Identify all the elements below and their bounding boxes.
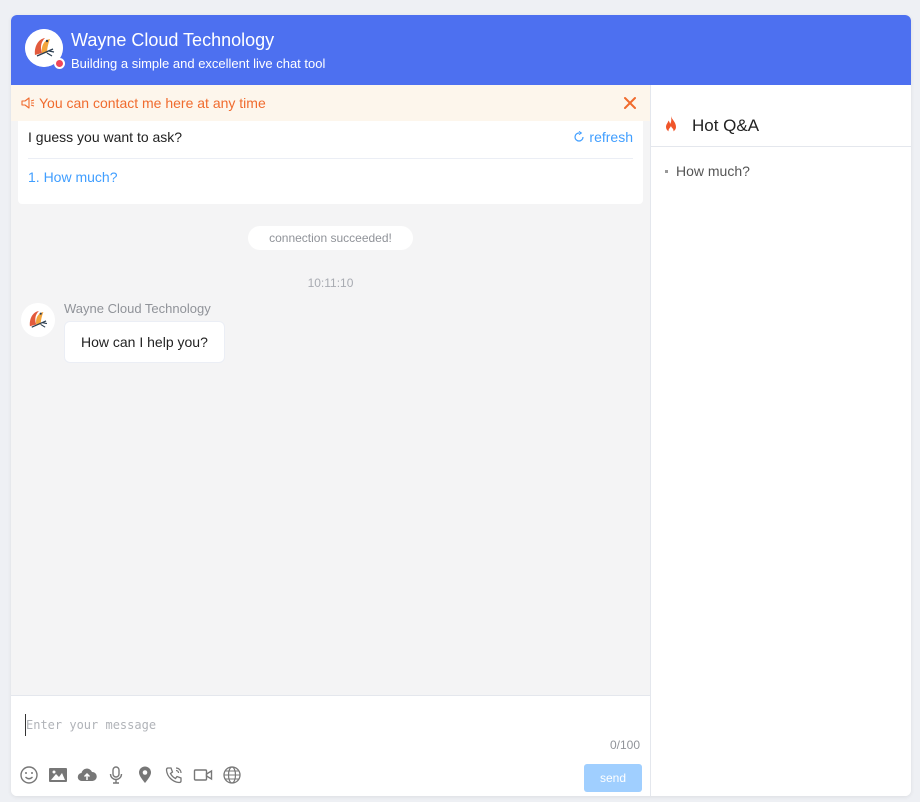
suggested-question-item[interactable]: 1. How much?	[28, 169, 117, 185]
header-subtitle: Building a simple and excellent live cha…	[71, 56, 326, 71]
globe-icon[interactable]	[221, 764, 242, 785]
chat-window: Wayne Cloud Technology Building a simple…	[11, 15, 911, 796]
hot-qa-item[interactable]: How much?	[665, 163, 750, 179]
send-button[interactable]: send	[584, 764, 642, 792]
close-icon[interactable]	[622, 95, 638, 111]
divider	[28, 158, 633, 159]
phone-icon[interactable]	[163, 764, 184, 785]
chat-header: Wayne Cloud Technology Building a simple…	[11, 15, 911, 85]
notice-bar: You can contact me here at any time	[11, 85, 650, 121]
system-message: connection succeeded!	[248, 226, 413, 250]
hot-qa-sidebar: Hot Q&A How much?	[650, 85, 911, 796]
message-timestamp: 10:11:10	[307, 276, 354, 290]
hot-qa-header: Hot Q&A	[651, 85, 911, 147]
image-icon[interactable]	[47, 764, 68, 785]
message-avatar	[21, 303, 55, 337]
composer-toolbar	[18, 764, 242, 785]
character-counter: 0/100	[609, 738, 640, 752]
chat-messages-area[interactable]: You can contact me here at any time I gu…	[11, 85, 650, 695]
online-status-dot	[54, 58, 65, 69]
suggested-questions-card: I guess you want to ask? refresh 1. How …	[18, 121, 643, 204]
bird-logo-icon	[21, 303, 55, 337]
refresh-label: refresh	[589, 129, 633, 145]
hot-qa-title: Hot Q&A	[692, 116, 760, 135]
fire-icon	[666, 116, 676, 133]
hot-qa-item-label: How much?	[676, 163, 750, 179]
notice-text: You can contact me here at any time	[39, 95, 266, 111]
speaker-icon	[21, 97, 35, 109]
location-icon[interactable]	[134, 764, 155, 785]
message-bubble: How can I help you?	[64, 321, 225, 363]
agent-avatar	[25, 29, 65, 69]
emoji-icon[interactable]	[18, 764, 39, 785]
video-icon[interactable]	[192, 764, 213, 785]
refresh-icon	[574, 131, 585, 142]
header-title: Wayne Cloud Technology	[71, 30, 275, 50]
message-composer: 0/100	[11, 695, 650, 796]
upload-icon[interactable]	[76, 764, 97, 785]
refresh-button[interactable]: refresh	[573, 129, 633, 145]
microphone-icon[interactable]	[105, 764, 126, 785]
suggested-questions-title: I guess you want to ask?	[28, 129, 183, 145]
bullet	[665, 169, 668, 173]
message-input[interactable]	[25, 714, 635, 736]
message-sender-name: Wayne Cloud Technology	[64, 301, 211, 316]
